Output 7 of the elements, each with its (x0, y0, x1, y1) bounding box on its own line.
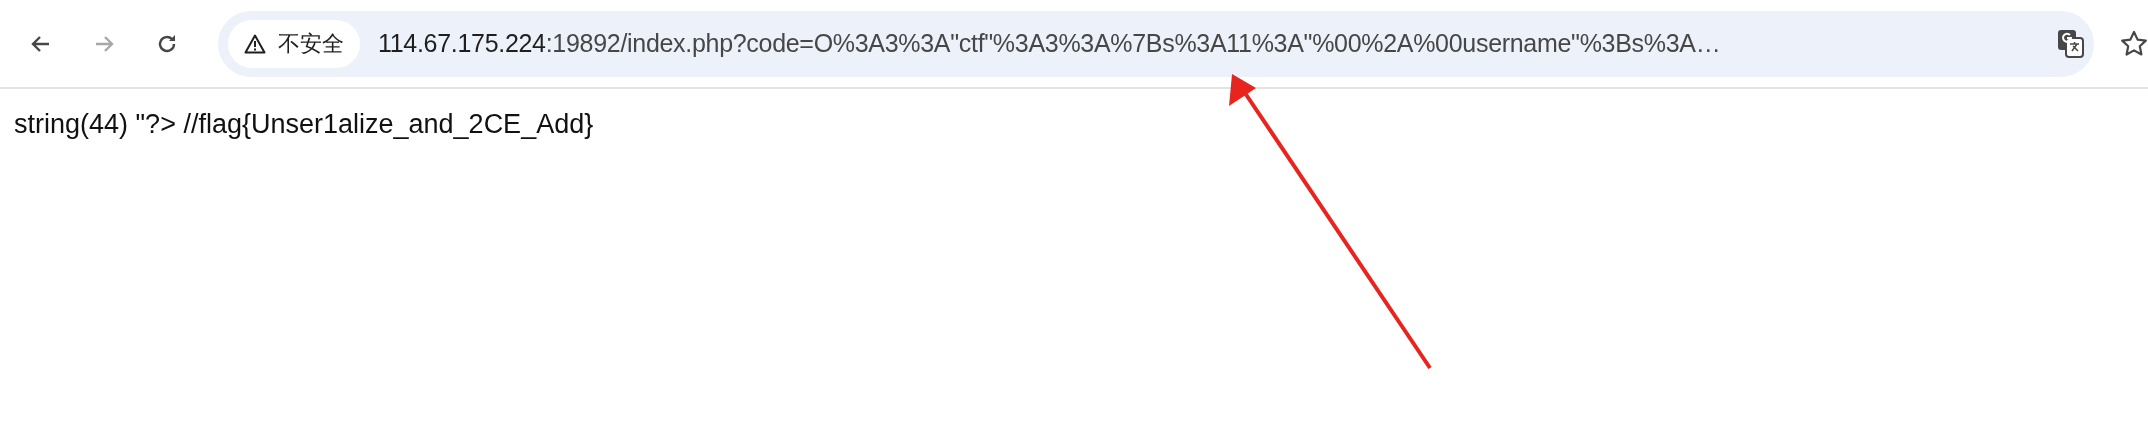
bookmark-star-icon[interactable] (2120, 29, 2148, 58)
translate-icon[interactable] (2058, 29, 2084, 58)
security-chip[interactable]: 不安全 (228, 19, 360, 68)
page-text: string(44) "?> //flag{Unser1alize_and_2CE_Add} (14, 109, 595, 140)
url-text: 114.67.175.224:19892/index.php?code=O%3A3%3A"ctf"%3A3%3A%7Bs%3A11%3A"%00%2A%00username"%3Bs%3A… (378, 29, 1721, 58)
address-bar[interactable]: 不安全 114.67.175.224:19892/index.php?code=O%3A3%3A"ctf"%3A3%3A%7Bs%3A11%3A"%00%2A%00username"%3Bs%3A… (218, 10, 2094, 77)
warning-icon (244, 33, 266, 54)
